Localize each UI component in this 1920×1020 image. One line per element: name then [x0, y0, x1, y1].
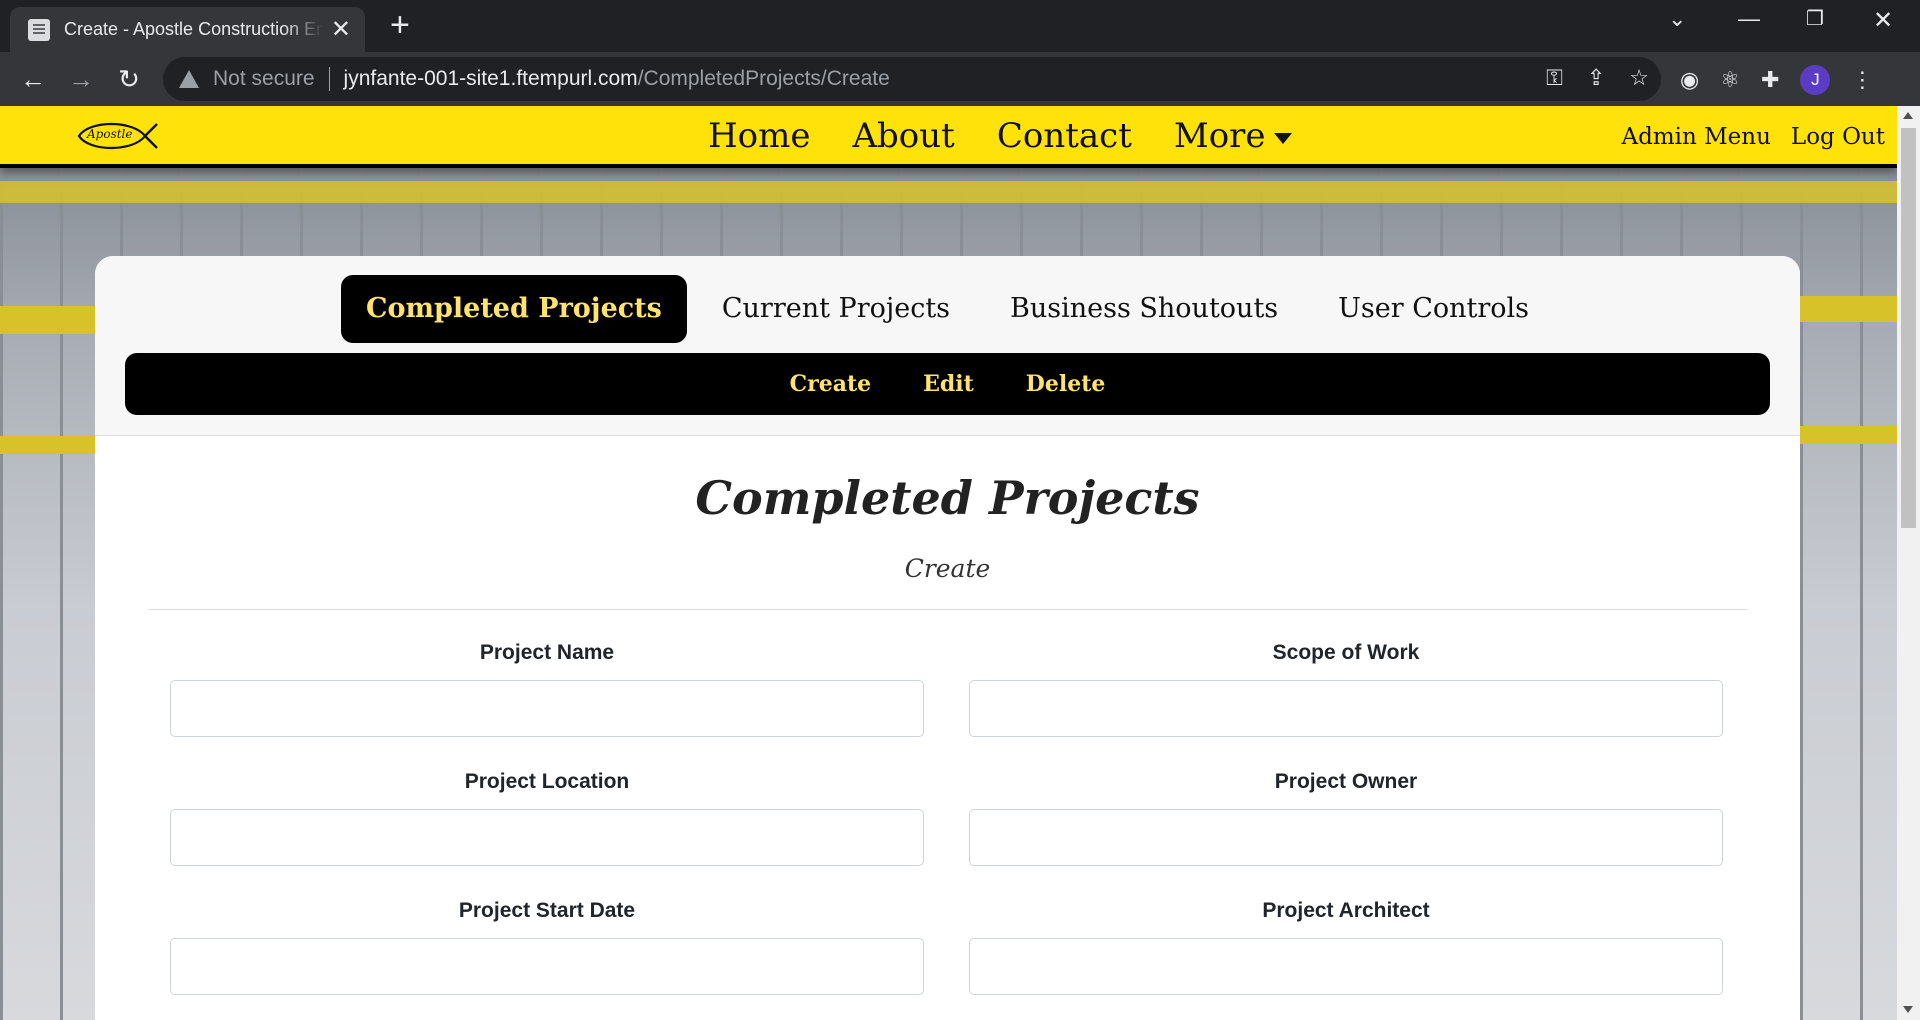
project-architect-field: Project Architect — [969, 899, 1723, 995]
tab-current-projects[interactable]: Current Projects — [697, 275, 975, 343]
restore-icon[interactable]: ❐ — [1806, 6, 1824, 31]
browser-tab-strip: Create - Apostle Construction Enterprise… — [0, 0, 1920, 52]
close-tab-icon[interactable]: ✕ — [331, 17, 351, 42]
reload-icon[interactable]: ↻ — [112, 62, 146, 96]
nav-about[interactable]: About — [852, 116, 954, 156]
url-host: jynfante-001-site1.ftempurl.com — [343, 67, 638, 90]
caret-down-icon — [1273, 132, 1292, 144]
extension-icon[interactable]: ◉ — [1680, 67, 1699, 93]
scope-of-work-field: Scope of Work — [969, 641, 1723, 737]
url-separator — [328, 67, 330, 91]
scope-of-work-label: Scope of Work — [1272, 641, 1420, 664]
forward-icon[interactable]: → — [64, 62, 98, 96]
project-start-date-label: Project Start Date — [458, 899, 636, 922]
project-location-label: Project Location — [464, 770, 630, 793]
new-tab-icon[interactable]: + — [390, 8, 410, 42]
page-title: Completed Projects — [695, 471, 1200, 525]
tab-completed-projects[interactable]: Completed Projects — [340, 275, 687, 343]
scope-of-work-input[interactable] — [969, 680, 1723, 737]
nav-more-label: More — [1173, 116, 1266, 156]
project-owner-label: Project Owner — [1274, 770, 1418, 793]
page-subtitle: Create — [904, 554, 991, 583]
tab-user-controls[interactable]: User Controls — [1313, 275, 1554, 343]
address-bar[interactable]: Not secure jynfante-001-site1.ftempurl.c… — [163, 57, 1661, 101]
admin-tabs: Completed Projects Current Projects Busi… — [95, 275, 1800, 343]
minimize-icon[interactable]: — — [1738, 6, 1760, 32]
page-favicon-icon — [28, 18, 50, 41]
background-beam — [0, 436, 95, 454]
close-window-icon[interactable]: ✕ — [1873, 6, 1893, 35]
browser-tab[interactable]: Create - Apostle Construction Enterprise… — [10, 7, 365, 52]
project-name-input[interactable] — [170, 680, 924, 737]
admin-card: Completed Projects Current Projects Busi… — [95, 256, 1800, 1020]
page-viewport: Apostle Home About Contact More Admin Me… — [0, 106, 1897, 1020]
warning-icon — [179, 70, 199, 88]
background-beam — [1800, 296, 1897, 322]
tab-title: Create - Apostle Construction Enterprise… — [64, 19, 323, 39]
nav-more-dropdown[interactable]: More — [1174, 116, 1292, 156]
project-architect-input[interactable] — [969, 938, 1723, 995]
scroll-down-arrow-icon[interactable] — [1903, 1006, 1913, 1013]
project-owner-field: Project Owner — [969, 770, 1723, 866]
scrollbar-thumb[interactable] — [1901, 128, 1916, 528]
project-location-input[interactable] — [170, 809, 924, 866]
project-start-date-field: Project Start Date — [170, 899, 924, 995]
project-location-field: Project Location — [170, 770, 924, 866]
admin-card-header: Completed Projects Current Projects Busi… — [95, 256, 1800, 436]
action-create[interactable]: Create — [790, 371, 872, 397]
project-start-date-input[interactable] — [170, 938, 924, 995]
nav-log-out[interactable]: Log Out — [1791, 124, 1885, 150]
puzzle-extensions-icon[interactable]: ✚ — [1761, 67, 1779, 93]
browser-menu-icon[interactable]: ⋮ — [1851, 67, 1873, 93]
svg-text:Apostle: Apostle — [86, 127, 133, 141]
background-beam — [0, 306, 95, 334]
browser-toolbar: ← → ↻ Not secure jynfante-001-site1.ftem… — [0, 52, 1920, 106]
action-delete[interactable]: Delete — [1026, 371, 1106, 397]
site-navbar: Apostle Home About Contact More Admin Me… — [0, 106, 1897, 168]
bookmark-star-icon[interactable]: ☆ — [1629, 65, 1649, 91]
action-edit[interactable]: Edit — [923, 371, 974, 397]
back-icon[interactable]: ← — [16, 62, 50, 96]
share-icon[interactable]: ⇪ — [1587, 65, 1605, 91]
project-name-field: Project Name — [170, 641, 924, 737]
apostle-logo-icon[interactable]: Apostle — [75, 116, 159, 156]
nav-contact[interactable]: Contact — [997, 116, 1132, 156]
tab-business-shoutouts[interactable]: Business Shoutouts — [985, 275, 1303, 343]
background-beam — [1800, 426, 1897, 444]
tab-search-chevron-icon[interactable]: ⌄ — [1668, 6, 1686, 32]
react-devtools-icon[interactable]: ⚛ — [1720, 67, 1740, 93]
background-beam — [0, 181, 1897, 203]
divider — [148, 609, 1748, 610]
scroll-up-arrow-icon[interactable] — [1903, 112, 1913, 119]
profile-avatar[interactable]: J — [1800, 65, 1831, 95]
security-label: Not secure — [213, 67, 315, 90]
url-path: /CompletedProjects/Create — [637, 67, 890, 90]
nav-admin-menu[interactable]: Admin Menu — [1622, 124, 1771, 150]
project-owner-input[interactable] — [969, 809, 1723, 866]
project-name-label: Project Name — [479, 641, 615, 664]
project-architect-label: Project Architect — [1262, 899, 1430, 922]
action-bar: Create Edit Delete — [125, 353, 1770, 415]
key-icon[interactable]: ⚿ — [1546, 65, 1563, 91]
nav-home[interactable]: Home — [708, 116, 810, 156]
page-scrollbar[interactable] — [1897, 106, 1920, 1020]
